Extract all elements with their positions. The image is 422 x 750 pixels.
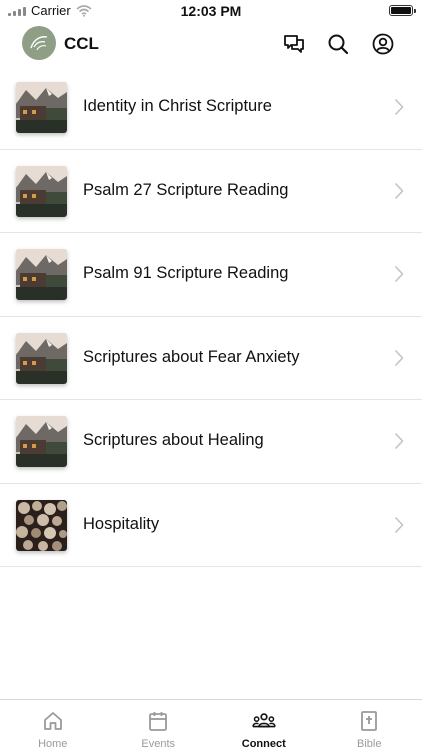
mountain-cabin-thumbnail (16, 416, 67, 467)
tab-label: Connect (241, 738, 286, 750)
tab-bible[interactable]: Bible (317, 700, 422, 750)
tab-bar: Home Events Connect Bible (0, 699, 422, 750)
app-title: CCL (64, 34, 99, 53)
chevron-right-icon (394, 182, 404, 199)
chevron-right-icon (394, 98, 404, 116)
tab-label: Home (38, 738, 68, 750)
list-item-title: Hospitality (83, 514, 160, 533)
list-item[interactable]: Psalm 91 Scripture Reading (0, 233, 422, 317)
chevron-right-icon (394, 432, 404, 450)
status-time: 12:03 PM (180, 3, 242, 19)
chat-icon[interactable] (281, 31, 307, 57)
list-item-title: Scriptures about Fear Anxiety (83, 347, 300, 366)
mountain-cabin-thumbnail (16, 249, 67, 300)
mountain-cabin-thumbnail (16, 332, 67, 384)
battery-icon (389, 5, 416, 16)
app-logo[interactable] (22, 26, 56, 60)
content-list: Identity in Christ Scripture Psalm 27 Sc… (0, 66, 422, 567)
list-item[interactable]: Identity in Christ Scripture (0, 66, 422, 150)
list-item[interactable]: Psalm 27 Scripture Reading (0, 150, 422, 233)
tab-connect[interactable]: Connect (211, 700, 317, 750)
chevron-right-icon (394, 349, 404, 366)
leaf-logo-icon (30, 36, 48, 51)
chevron-right-icon (394, 516, 404, 533)
mountain-cabin-thumbnail (16, 165, 67, 217)
tab-events[interactable]: Events (106, 700, 212, 750)
list-item-title: Psalm 27 Scripture Reading (83, 180, 289, 199)
stacked-logs-thumbnail (16, 499, 67, 551)
list-item-title: Identity in Christ Scripture (83, 97, 272, 115)
chevron-right-icon (394, 265, 404, 283)
people-icon (251, 709, 276, 733)
tab-home[interactable]: Home (0, 700, 106, 750)
status-bar: Carrier 12:03 PM (0, 0, 422, 22)
bible-icon (357, 709, 381, 733)
mountain-cabin-thumbnail (16, 82, 67, 133)
tab-label: Bible (357, 738, 382, 750)
app-header: CCL (0, 22, 422, 66)
home-icon (41, 709, 65, 733)
search-icon[interactable] (325, 31, 351, 57)
list-item[interactable]: Scriptures about Healing (0, 400, 422, 484)
list-item[interactable]: Scriptures about Fear Anxiety (0, 317, 422, 400)
list-item-title: Scriptures about Healing (83, 431, 264, 449)
calendar-icon (146, 709, 170, 733)
profile-icon[interactable] (370, 31, 396, 57)
list-item-title: Psalm 91 Scripture Reading (83, 264, 289, 282)
tab-label: Events (141, 738, 176, 750)
list-item[interactable]: Hospitality (0, 484, 422, 567)
